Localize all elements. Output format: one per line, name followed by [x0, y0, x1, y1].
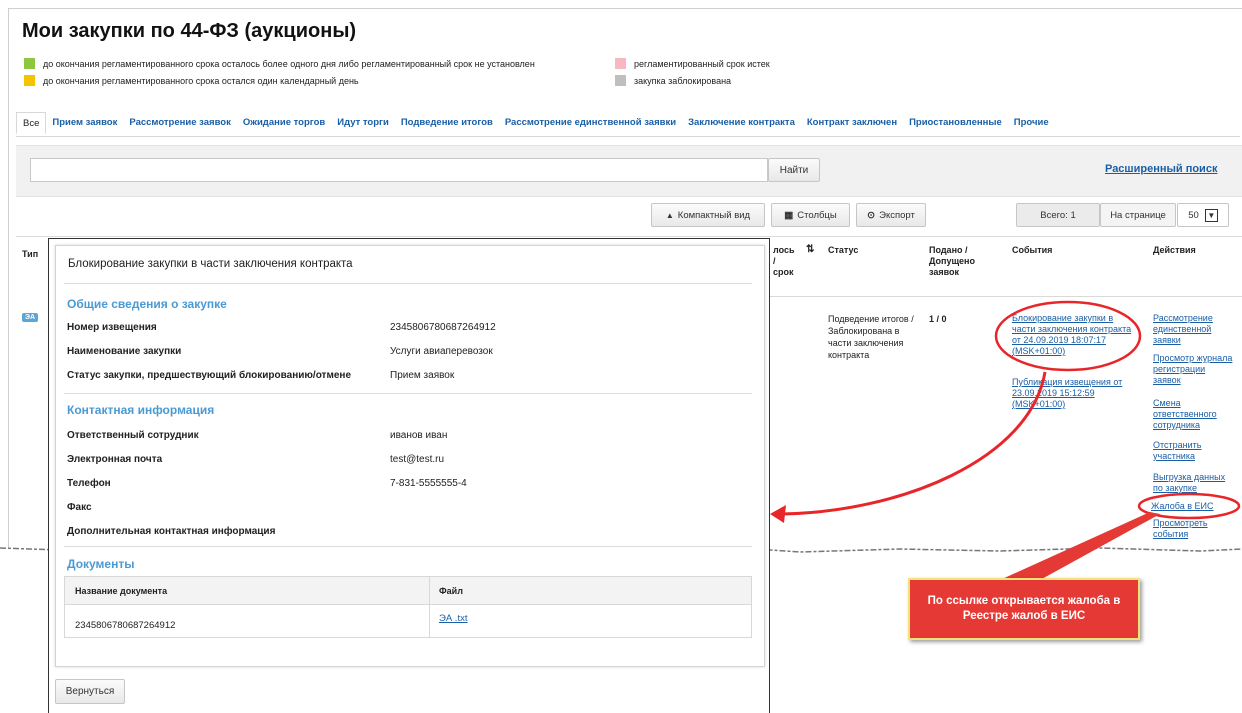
annotation-arrow [781, 371, 1047, 516]
annotation-callout: По ссылке открывается жалоба в Реестре ж… [908, 578, 1140, 640]
arrow-head-icon [770, 505, 786, 523]
callout-pointer [1000, 512, 1160, 580]
highlight-event-ellipse [994, 300, 1142, 372]
